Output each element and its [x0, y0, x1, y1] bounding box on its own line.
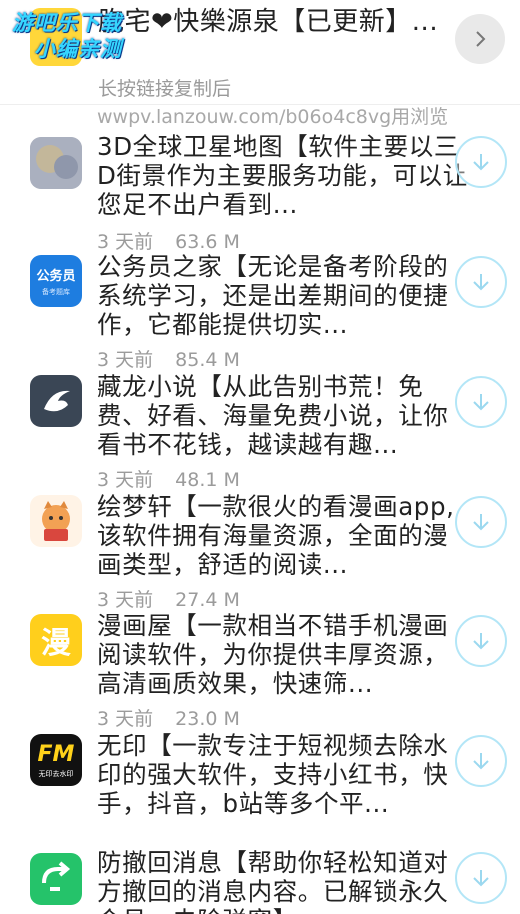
icon-sublabel: 备考题库: [42, 288, 70, 296]
icon-label: 无印去水印: [38, 769, 74, 778]
header: 胞宅❤快樂源泉【已更新】... 长按链接复制后 游吧乐下载 小编亲测: [0, 0, 520, 104]
download-arrow-icon: [473, 753, 489, 770]
list-item[interactable]: 绘梦轩【一款很火的看漫画app,该软件拥有海量资源，全面的漫画类型，舒适的阅读.…: [0, 488, 520, 611]
download-button[interactable]: [455, 256, 507, 308]
download-arrow-icon: [473, 154, 489, 171]
item-title: 公务员之家【无论是备考阶段的系统学习，还是出差期间的便捷作，它都能提供切实...: [97, 252, 449, 339]
item-title: 绘梦轩【一款很火的看漫画app,该软件拥有海量资源，全面的漫画类型，舒适的阅读.…: [97, 492, 455, 579]
next-button[interactable]: [455, 14, 505, 64]
share-link-text[interactable]: wwpv.lanzouw.com/b06o4c8vg用浏览: [97, 104, 497, 130]
watermark-remover-icon: FM 无印去水印: [30, 734, 82, 786]
cat-reading-icon: [30, 495, 82, 547]
download-arrow-icon: [473, 633, 489, 650]
icon-label: 漫: [41, 626, 71, 661]
item-title: 漫画屋【一款相当不错手机漫画阅读软件，为你提供丰厚资源，高清画质效果，快速筛..…: [97, 611, 449, 698]
watermark-line1: 游吧乐下载: [12, 11, 122, 35]
download-arrow-icon: [473, 274, 489, 291]
manga-icon: 漫: [30, 614, 82, 666]
satellite-map-icon: [30, 137, 82, 189]
download-arrow-icon: [473, 514, 489, 531]
list-item[interactable]: FM 无印去水印 无印【一款专注于短视频去除水印的强大软件，支持小红书，快手，抖…: [0, 727, 520, 845]
download-button[interactable]: [455, 615, 507, 667]
watermark-line2: 小编亲测: [34, 37, 122, 61]
download-arrow-icon: [473, 870, 489, 887]
download-arrow-icon: [473, 394, 489, 411]
list-item[interactable]: 3D全球卫星地图【软件主要以三D街景作为主要服务功能，可以让您足不出户看到...…: [0, 128, 520, 253]
icon-label: 公务员: [36, 269, 76, 284]
download-button[interactable]: [455, 136, 507, 188]
item-title: 3D全球卫星地图【软件主要以三D街景作为主要服务功能，可以让您足不出户看到...: [97, 132, 468, 219]
watermark-logo: 游吧乐下载 小编亲测: [12, 10, 147, 62]
download-button[interactable]: [455, 852, 507, 904]
item-title: 防撤回消息【帮助你轻松知道对方撤回的消息内容。已解锁永久会员，去除弹窗】...: [97, 848, 449, 914]
civil-servant-icon: 公务员 备考题库: [30, 255, 82, 307]
list-item[interactable]: 防撤回消息【帮助你轻松知道对方撤回的消息内容。已解锁永久会员，去除弹窗】...: [0, 846, 520, 914]
download-button[interactable]: [455, 735, 507, 787]
anti-recall-icon: [30, 853, 82, 905]
list-item[interactable]: 公务员 备考题库 公务员之家【无论是备考阶段的系统学习，还是出差期间的便捷作，它…: [0, 248, 520, 371]
header-title: 胞宅❤快樂源泉【已更新】...: [98, 7, 439, 37]
chevron-right-icon: [476, 31, 486, 47]
novel-icon: [30, 375, 82, 427]
list-item[interactable]: 漫 漫画屋【一款相当不错手机漫画阅读软件，为你提供丰厚资源，高清画质效果，快速筛…: [0, 607, 520, 730]
list-item[interactable]: 藏龙小说【从此告别书荒！免费、好看、海量免费小说，让你看书不花钱，越读越有趣..…: [0, 368, 520, 491]
item-title: 藏龙小说【从此告别书荒！免费、好看、海量免费小说，让你看书不花钱，越读越有趣..…: [97, 372, 449, 459]
item-title: 无印【一款专注于短视频去除水印的强大软件，支持小红书，快手，抖音，b站等多个平.…: [97, 731, 449, 818]
download-button[interactable]: [455, 496, 507, 548]
header-subtitle: 长按链接复制后: [98, 78, 232, 100]
download-button[interactable]: [455, 376, 507, 428]
